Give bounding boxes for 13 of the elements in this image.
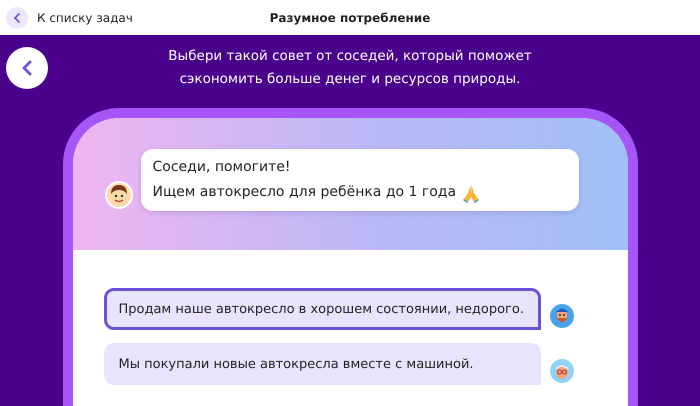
grandma-avatar-icon — [548, 357, 576, 385]
back-to-task-list-link[interactable]: К списку задач — [0, 6, 133, 28]
question-text: Соседи, помогите! — [152, 158, 291, 177]
answer-option[interactable]: Мы покупали новые автокресла вместе с машиной. — [104, 343, 540, 385]
chevron-left-icon — [21, 60, 33, 76]
instruction-text: Выбери такой совет от соседей, который поможет сэкономить больше денег и ресурсов природы. — [167, 47, 533, 89]
boy-avatar-icon — [104, 181, 132, 209]
man-avatar-icon — [548, 302, 576, 330]
question-text: Ищем автокресло для ребёнка до 1 года — [152, 183, 456, 202]
answer-option[interactable]: Продам наше автокресло в хорошем состоянии, недорого. — [104, 288, 540, 330]
chevron-left-icon — [13, 12, 21, 22]
page-title: Разумное потребление — [270, 10, 430, 24]
back-button[interactable] — [6, 47, 48, 89]
